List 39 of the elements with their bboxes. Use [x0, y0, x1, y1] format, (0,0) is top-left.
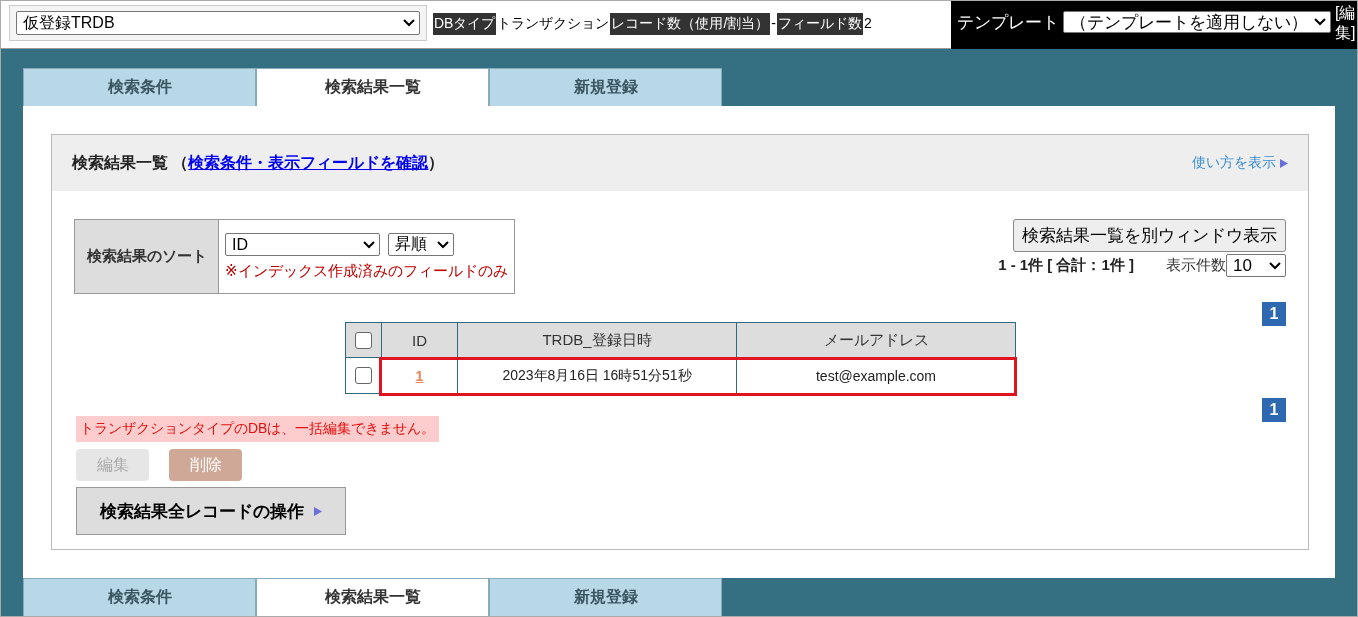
sort-label: 検索結果のソート: [75, 220, 219, 293]
chevron-down-icon: [1269, 261, 1281, 270]
info-label: フィールド数: [777, 13, 863, 35]
bulk-operations-button[interactable]: 検索結果全レコードの操作: [76, 487, 346, 535]
sort-field-select[interactable]: ID: [225, 233, 380, 256]
chevron-down-icon: [363, 240, 375, 249]
tab[interactable]: 新規登録: [489, 68, 722, 106]
info-label: DBタイプ: [433, 13, 497, 35]
conditions-link[interactable]: 検索条件・表示フィールドを確認: [188, 153, 429, 171]
checkbox[interactable]: [355, 332, 372, 350]
info-label: レコード数（使用/割当）: [610, 13, 771, 35]
tab[interactable]: 検索条件: [23, 68, 256, 106]
database-select[interactable]: 仮登録TRDB: [16, 11, 420, 35]
result-count: 1 - 1件 [ 合計：1件 ]: [998, 256, 1134, 275]
chevron-down-icon: [437, 240, 449, 249]
chevron-down-icon: [1314, 18, 1326, 26]
sort-note: ※インデックス作成済みのフィールドのみ: [225, 262, 508, 281]
page-link[interactable]: 1: [1262, 302, 1286, 326]
tab[interactable]: 検索条件: [23, 578, 256, 616]
popup-button[interactable]: 検索結果一覧を別ウィンドウ表示: [1013, 219, 1286, 252]
column-header: TRDB_登録日時: [457, 322, 737, 358]
column-header: メールアドレス: [736, 322, 1016, 358]
checkbox[interactable]: [355, 367, 372, 385]
triangle-icon: [314, 506, 322, 516]
template-select[interactable]: （テンプレートを適用しない）: [1063, 11, 1331, 33]
chevron-down-icon: [403, 19, 415, 27]
edit-link[interactable]: [編集]: [1335, 3, 1353, 43]
sort-order-select[interactable]: 昇順: [388, 233, 454, 256]
page-size-select[interactable]: 10: [1226, 254, 1286, 277]
tab[interactable]: 検索結果一覧: [256, 578, 489, 616]
panel-title: 検索結果一覧 （検索条件・表示フィールドを確認）: [72, 152, 445, 173]
tab[interactable]: 新規登録: [489, 578, 722, 616]
column-header: ID: [381, 322, 458, 358]
tab[interactable]: 検索結果一覧: [256, 68, 489, 106]
template-label: テンプレート: [957, 12, 1059, 34]
page-link[interactable]: 1: [1262, 398, 1286, 422]
page-size-label: 表示件数: [1166, 256, 1226, 275]
triangle-icon: [1280, 158, 1288, 168]
warning-message: トランザクションタイプのDBは、一括編集できません。: [76, 416, 440, 442]
